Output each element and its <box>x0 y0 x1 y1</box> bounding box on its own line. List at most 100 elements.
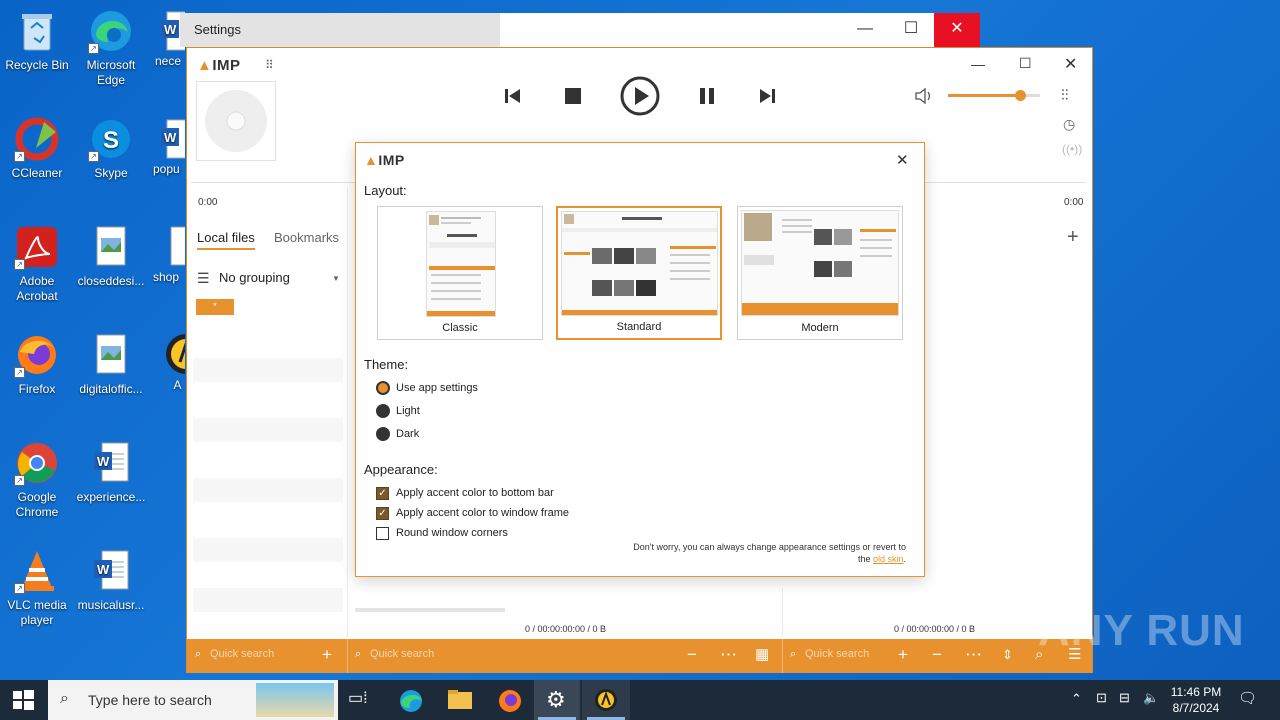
desktop-icon-ccleaner[interactable]: ↗ CCleaner <box>1 116 73 181</box>
remove-button[interactable]: − <box>687 645 697 665</box>
clock-icon[interactable]: ◷ <box>1063 116 1075 133</box>
grouping-select[interactable]: No grouping <box>219 270 290 285</box>
pause-button[interactable] <box>697 86 717 110</box>
desktop-icon-word-doc-2[interactable]: W popu <box>145 116 185 177</box>
settings-close-button[interactable]: ✕ <box>934 13 980 47</box>
desktop-icon-edge[interactable]: ↗ Microsoft Edge <box>75 8 147 88</box>
desktop-icon-skype[interactable]: S ↗ Skype <box>75 116 147 181</box>
menu-grip-icon[interactable]: ⠿ <box>265 58 274 72</box>
settings-titlebar[interactable]: Settings <box>180 13 500 47</box>
desktop-icon-firefox[interactable]: ↗ Firefox <box>1 332 73 397</box>
file-explorer-icon[interactable] <box>447 688 473 712</box>
quick-search-input-2[interactable]: Quick search <box>370 648 434 660</box>
edge-taskbar-icon[interactable] <box>398 688 424 712</box>
revert-note-line: Don't worry, you can always change appea… <box>633 542 906 552</box>
option-label[interactable]: Apply accent color to bottom bar <box>396 487 554 499</box>
aimp-minimize-button[interactable]: — <box>971 56 985 72</box>
add-button[interactable]: + <box>898 645 908 665</box>
desktop-icon-label: digitaloffic... <box>79 382 143 396</box>
network-icon[interactable]: ⊡ <box>1096 690 1107 706</box>
chevron-up-icon[interactable]: ⌃ <box>1071 691 1082 707</box>
volume-slider[interactable] <box>948 90 1040 101</box>
desktop-icon-label: A <box>173 378 182 392</box>
more-button[interactable]: ⋯ <box>965 645 982 665</box>
desktop-icon-digitaloffic[interactable]: digitaloffic... <box>75 332 147 397</box>
desktop-icon-label: Firefox <box>18 382 56 396</box>
sort-button[interactable]: ⇕ <box>1002 645 1013 665</box>
clock[interactable]: 11:46 PM 8/7/2024 <box>1166 684 1226 716</box>
menu-icon[interactable]: ☰ <box>197 270 210 287</box>
settings-minimize-button[interactable]: — <box>842 13 888 47</box>
desktop-icon-closeddesi[interactable]: closeddesi... <box>75 224 147 289</box>
taskbar-search-box[interactable]: ⌕ Type here to search <box>48 680 338 720</box>
notification-icon[interactable]: 🗨 <box>1238 689 1257 707</box>
windows-start-icon[interactable] <box>12 688 38 712</box>
chevron-down-icon[interactable]: ▼ <box>332 274 340 283</box>
speaker-icon[interactable]: 🔈 <box>1143 690 1159 706</box>
search-highlight-image <box>256 683 334 717</box>
checkbox-accent-window-frame[interactable]: ✓ <box>376 507 389 520</box>
desktop-icon-word-doc-1[interactable]: W nece <box>145 8 185 69</box>
add-button[interactable]: + <box>322 645 332 665</box>
quick-search-input-3[interactable]: Quick search <box>805 648 869 660</box>
ethernet-icon[interactable]: ⊟ <box>1119 690 1130 706</box>
word-doc-icon: W <box>145 116 185 162</box>
task-view-icon[interactable]: ▭⁞ <box>348 688 374 712</box>
desktop-icon-label: Skype <box>94 166 128 180</box>
desktop-icon-vlc[interactable]: ↗ VLC media player <box>1 548 73 628</box>
taskbar: ⌕ Type here to search ▭⁞ ⚙ ⌃ ⊡ ⊟ 🔈 11:46… <box>0 680 1280 720</box>
grid-view-button[interactable]: ▦ <box>755 645 769 665</box>
desktop-icon-experience[interactable]: W experience... <box>75 440 147 505</box>
next-track-button[interactable] <box>757 86 777 110</box>
theme-radio-light[interactable] <box>376 404 390 418</box>
horizontal-scrollbar[interactable] <box>355 608 505 612</box>
desktop-icon-acrobat[interactable]: ↗ Adobe Acrobat <box>1 224 73 304</box>
checkbox-round-corners[interactable] <box>376 527 389 540</box>
desktop-icon-shop[interactable]: shop <box>145 224 185 285</box>
settings-maximize-button[interactable]: ☐ <box>888 13 934 47</box>
stop-button[interactable] <box>563 86 583 110</box>
theme-radio-dark[interactable] <box>376 427 390 441</box>
volume-icon[interactable] <box>914 86 936 109</box>
folder-tree-item[interactable]: * <box>196 299 234 315</box>
settings-taskbar-button[interactable]: ⚙ <box>534 680 580 720</box>
desktop-icon-label: musicalusr... <box>77 598 145 612</box>
remove-button[interactable]: − <box>932 645 942 665</box>
dialog-close-button[interactable]: ✕ <box>896 151 909 169</box>
more-button[interactable]: ⋯ <box>720 645 737 665</box>
tab-bookmarks[interactable]: Bookmarks <box>274 230 339 245</box>
theme-label[interactable]: Dark <box>396 428 419 440</box>
desktop-icon-label: Microsoft Edge <box>86 58 136 87</box>
desktop-icon-label: shop <box>153 270 180 284</box>
theme-label[interactable]: Light <box>396 405 420 417</box>
desktop-icon-musicalusr[interactable]: W musicalusr... <box>75 548 147 613</box>
quick-search-input-1[interactable]: Quick search <box>210 648 274 660</box>
theme-radio-use-app-settings[interactable] <box>376 381 390 395</box>
layout-option-modern[interactable]: Modern <box>737 206 903 340</box>
list-stripe <box>193 478 343 502</box>
volume-knob[interactable] <box>1014 90 1026 101</box>
layout-option-standard[interactable]: Standard <box>556 206 722 340</box>
old-skin-link[interactable]: old skin <box>873 554 904 564</box>
previous-track-button[interactable] <box>503 86 523 110</box>
firefox-taskbar-icon[interactable] <box>497 688 523 712</box>
tab-local-files[interactable]: Local files <box>197 230 255 250</box>
bottom-bar: ⌕ Quick search + ⌕ Quick search − ⋯ ▦ ⌕ … <box>187 639 1092 673</box>
layout-option-classic[interactable]: Classic <box>377 206 543 340</box>
add-tab-button[interactable]: + <box>1067 226 1079 249</box>
aimp-close-button[interactable]: ✕ <box>1064 54 1077 74</box>
theme-label[interactable]: Use app settings <box>396 382 478 394</box>
aimp-taskbar-button[interactable] <box>582 680 630 720</box>
image-file-icon <box>88 224 134 270</box>
broadcast-icon[interactable]: ((•)) <box>1062 142 1082 156</box>
option-label[interactable]: Round window corners <box>396 527 508 539</box>
play-button[interactable] <box>619 75 661 121</box>
desktop-icon-aimp[interactable]: A <box>152 332 185 393</box>
desktop-icon-recycle-bin[interactable]: Recycle Bin <box>1 8 73 73</box>
aimp-maximize-button[interactable]: ☐ <box>1019 55 1032 72</box>
search-icon: ⌕ <box>195 648 202 660</box>
checkbox-accent-bottom-bar[interactable]: ✓ <box>376 487 389 500</box>
option-label[interactable]: Apply accent color to window frame <box>396 507 569 519</box>
equalizer-icon[interactable]: ⫶⫶ <box>1061 87 1069 104</box>
desktop-icon-chrome[interactable]: ↗ Google Chrome <box>1 440 73 520</box>
